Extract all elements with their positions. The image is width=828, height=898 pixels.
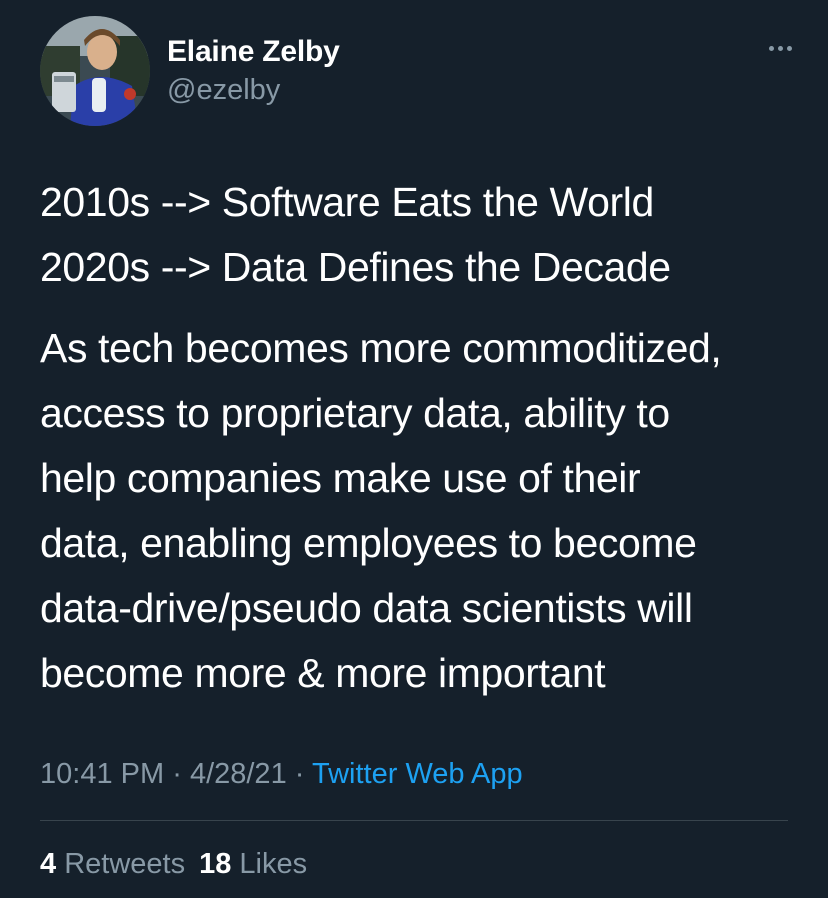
tweet-line: 2010s --> Software Eats the World <box>40 179 654 225</box>
tweet-line: 2020s --> Data Defines the Decade <box>40 244 671 290</box>
tweet-paragraph: 2010s --> Software Eats the World 2020s … <box>40 170 800 300</box>
meta-separator: · <box>172 758 182 790</box>
tweet-line: As tech becomes more commoditized, <box>40 325 722 371</box>
meta-separator: · <box>294 758 305 790</box>
tweet-meta: 10:41 PM · 4/28/21 · Twitter Web App <box>40 752 523 796</box>
tweet-stats: 4 Retweets 18 Likes <box>40 842 307 886</box>
avatar-photo <box>40 16 150 126</box>
tweet-line: become more & more important <box>40 650 606 696</box>
divider <box>40 820 788 821</box>
more-horizontal-icon-dot <box>786 45 792 51</box>
tweet-time[interactable]: 10:41 PM <box>40 758 164 790</box>
tweet-header: Elaine Zelby @ezelby <box>40 16 800 128</box>
tweet-paragraph: As tech becomes more commoditized, acces… <box>40 316 800 706</box>
likes-stat[interactable]: 18 Likes <box>199 848 307 880</box>
author-info: Elaine Zelby @ezelby <box>167 34 340 108</box>
tweet-line: access to proprietary data, ability to <box>40 390 670 436</box>
retweets-stat[interactable]: 4 Retweets <box>40 848 185 880</box>
likes-label: Likes <box>239 848 308 880</box>
tweet-text: 2010s --> Software Eats the World 2020s … <box>40 170 800 706</box>
more-horizontal-icon-dot <box>777 45 783 51</box>
tweet-line: help companies make use of their <box>40 455 641 501</box>
tweet-date[interactable]: 4/28/21 <box>190 758 287 790</box>
tweet-line: data-drive/pseudo data scientists will <box>40 585 693 631</box>
more-options-button[interactable] <box>760 36 800 60</box>
author-display-name[interactable]: Elaine Zelby <box>167 34 340 70</box>
more-horizontal-icon <box>768 45 774 51</box>
author-handle[interactable]: @ezelby <box>167 72 340 108</box>
retweets-count: 4 <box>40 848 57 880</box>
tweet-line: data, enabling employees to become <box>40 520 697 566</box>
likes-count: 18 <box>199 848 232 880</box>
tweet-source-link[interactable]: Twitter Web App <box>312 758 523 790</box>
avatar[interactable] <box>40 16 150 126</box>
retweets-label: Retweets <box>64 848 186 880</box>
